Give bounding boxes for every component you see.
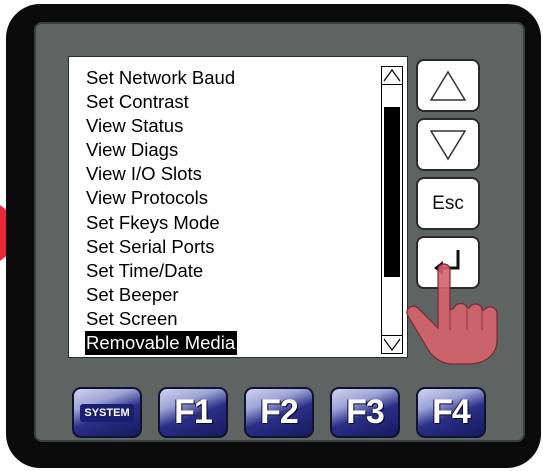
menu-item-set-beeper[interactable]: Set Beeper: [85, 283, 237, 307]
menu-item-set-serial-ports[interactable]: Set Serial Ports: [85, 235, 237, 259]
system-key-label: SYSTEM: [80, 403, 134, 422]
esc-button[interactable]: Esc: [416, 177, 480, 230]
down-triangle-icon: [429, 129, 467, 160]
menu-item-set-contrast[interactable]: Set Contrast: [85, 90, 237, 114]
menu-item-set-network-baud[interactable]: Set Network Baud: [85, 66, 237, 90]
menu-item-view-protocols[interactable]: View Protocols: [85, 186, 237, 210]
menu-item-view-io-slots[interactable]: View I/O Slots: [85, 162, 237, 186]
scroll-thumb[interactable]: [384, 107, 400, 277]
f2-key[interactable]: F2: [244, 387, 314, 438]
f1-key-label: F1: [174, 393, 213, 431]
f3-key[interactable]: F3: [330, 387, 400, 438]
system-menu-list: Set Network Baud Set Contrast View Statu…: [85, 66, 238, 356]
up-arrow-button[interactable]: [416, 59, 480, 112]
f3-key-label: F3: [346, 393, 385, 431]
scroll-up-arrow-icon: [383, 68, 401, 82]
menu-item-set-screen[interactable]: Set Screen: [85, 307, 237, 331]
scroll-up-button[interactable]: [382, 67, 402, 85]
up-triangle-icon: [429, 70, 467, 101]
f4-key[interactable]: F4: [416, 387, 486, 438]
pointing-hand-icon: [406, 263, 498, 365]
menu-item-set-fkeys-mode[interactable]: Set Fkeys Mode: [85, 211, 237, 235]
f1-key[interactable]: F1: [158, 387, 228, 438]
menu-item-view-status[interactable]: View Status: [85, 114, 237, 138]
esc-label: Esc: [432, 192, 464, 214]
menu-item-removable-media-row: Removable Media: [85, 331, 238, 356]
lcd-screen: Set Network Baud Set Contrast View Statu…: [68, 56, 408, 358]
system-key[interactable]: SYSTEM: [72, 387, 142, 438]
f4-key-label: F4: [432, 393, 471, 431]
down-arrow-button[interactable]: [416, 118, 480, 171]
f2-key-label: F2: [260, 393, 299, 431]
menu-item-view-diags[interactable]: View Diags: [85, 138, 237, 162]
menu-item-set-time-date[interactable]: Set Time/Date: [85, 259, 237, 283]
menu-item-removable-media[interactable]: Removable Media: [85, 331, 238, 356]
